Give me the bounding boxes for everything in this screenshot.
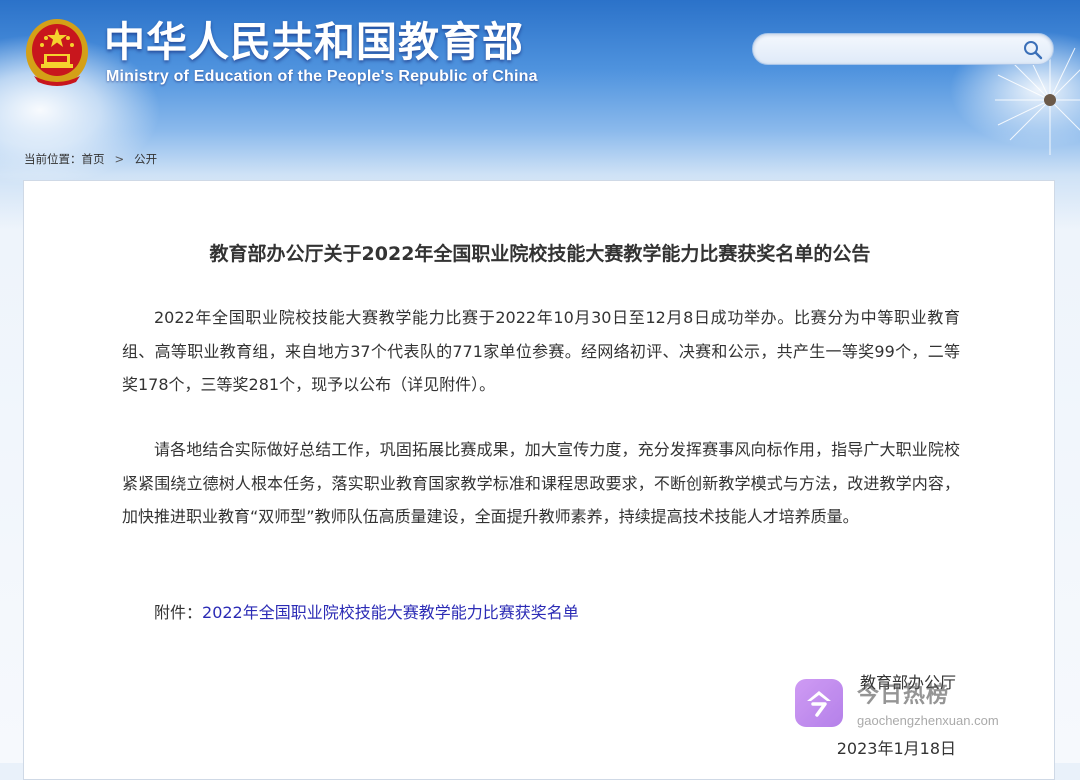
breadcrumb-separator: >	[114, 152, 125, 166]
article-paragraph: 请各地结合实际做好总结工作，巩固拓展比赛成果，加大宣传力度，充分发挥赛事风向标作…	[122, 440, 960, 526]
breadcrumb-prefix: 当前位置：	[24, 152, 82, 166]
watermark-logo-icon	[795, 679, 843, 727]
site-title[interactable]: 中华人民共和国教育部	[104, 16, 524, 68]
article-paragraph: 2022年全国职业院校技能大赛教学能力比赛于2022年10月30日至12月8日成…	[122, 308, 960, 394]
site-subtitle: Ministry of Education of the People's Re…	[106, 68, 538, 85]
breadcrumb-public-link[interactable]: 公开	[134, 151, 157, 167]
publish-date: 2023年1月18日	[836, 739, 956, 758]
article-title: 教育部办公厅关于2022年全国职业院校技能大赛教学能力比赛获奖名单的公告	[209, 243, 871, 265]
attachment-line: 附件：2022年全国职业院校技能大赛教学能力比赛获奖名单	[154, 599, 579, 623]
attachment-link[interactable]: 2022年全国职业院校技能大赛教学能力比赛获奖名单	[202, 603, 579, 622]
attachment-label: 附件：	[154, 603, 203, 622]
national-emblem-icon[interactable]	[24, 16, 90, 88]
breadcrumb: 当前位置： 首页 > 公开	[24, 150, 157, 168]
breadcrumb-home-link[interactable]: 首页	[82, 151, 105, 167]
search-icon[interactable]	[1023, 40, 1043, 60]
search-input[interactable]	[767, 39, 1021, 61]
watermark: 今日热榜 gaochengzhenxuan.com	[795, 675, 1025, 735]
watermark-url: gaochengzhenxuan.com	[857, 713, 999, 728]
watermark-name: 今日热榜	[857, 683, 950, 708]
search-box[interactable]	[752, 33, 1054, 65]
